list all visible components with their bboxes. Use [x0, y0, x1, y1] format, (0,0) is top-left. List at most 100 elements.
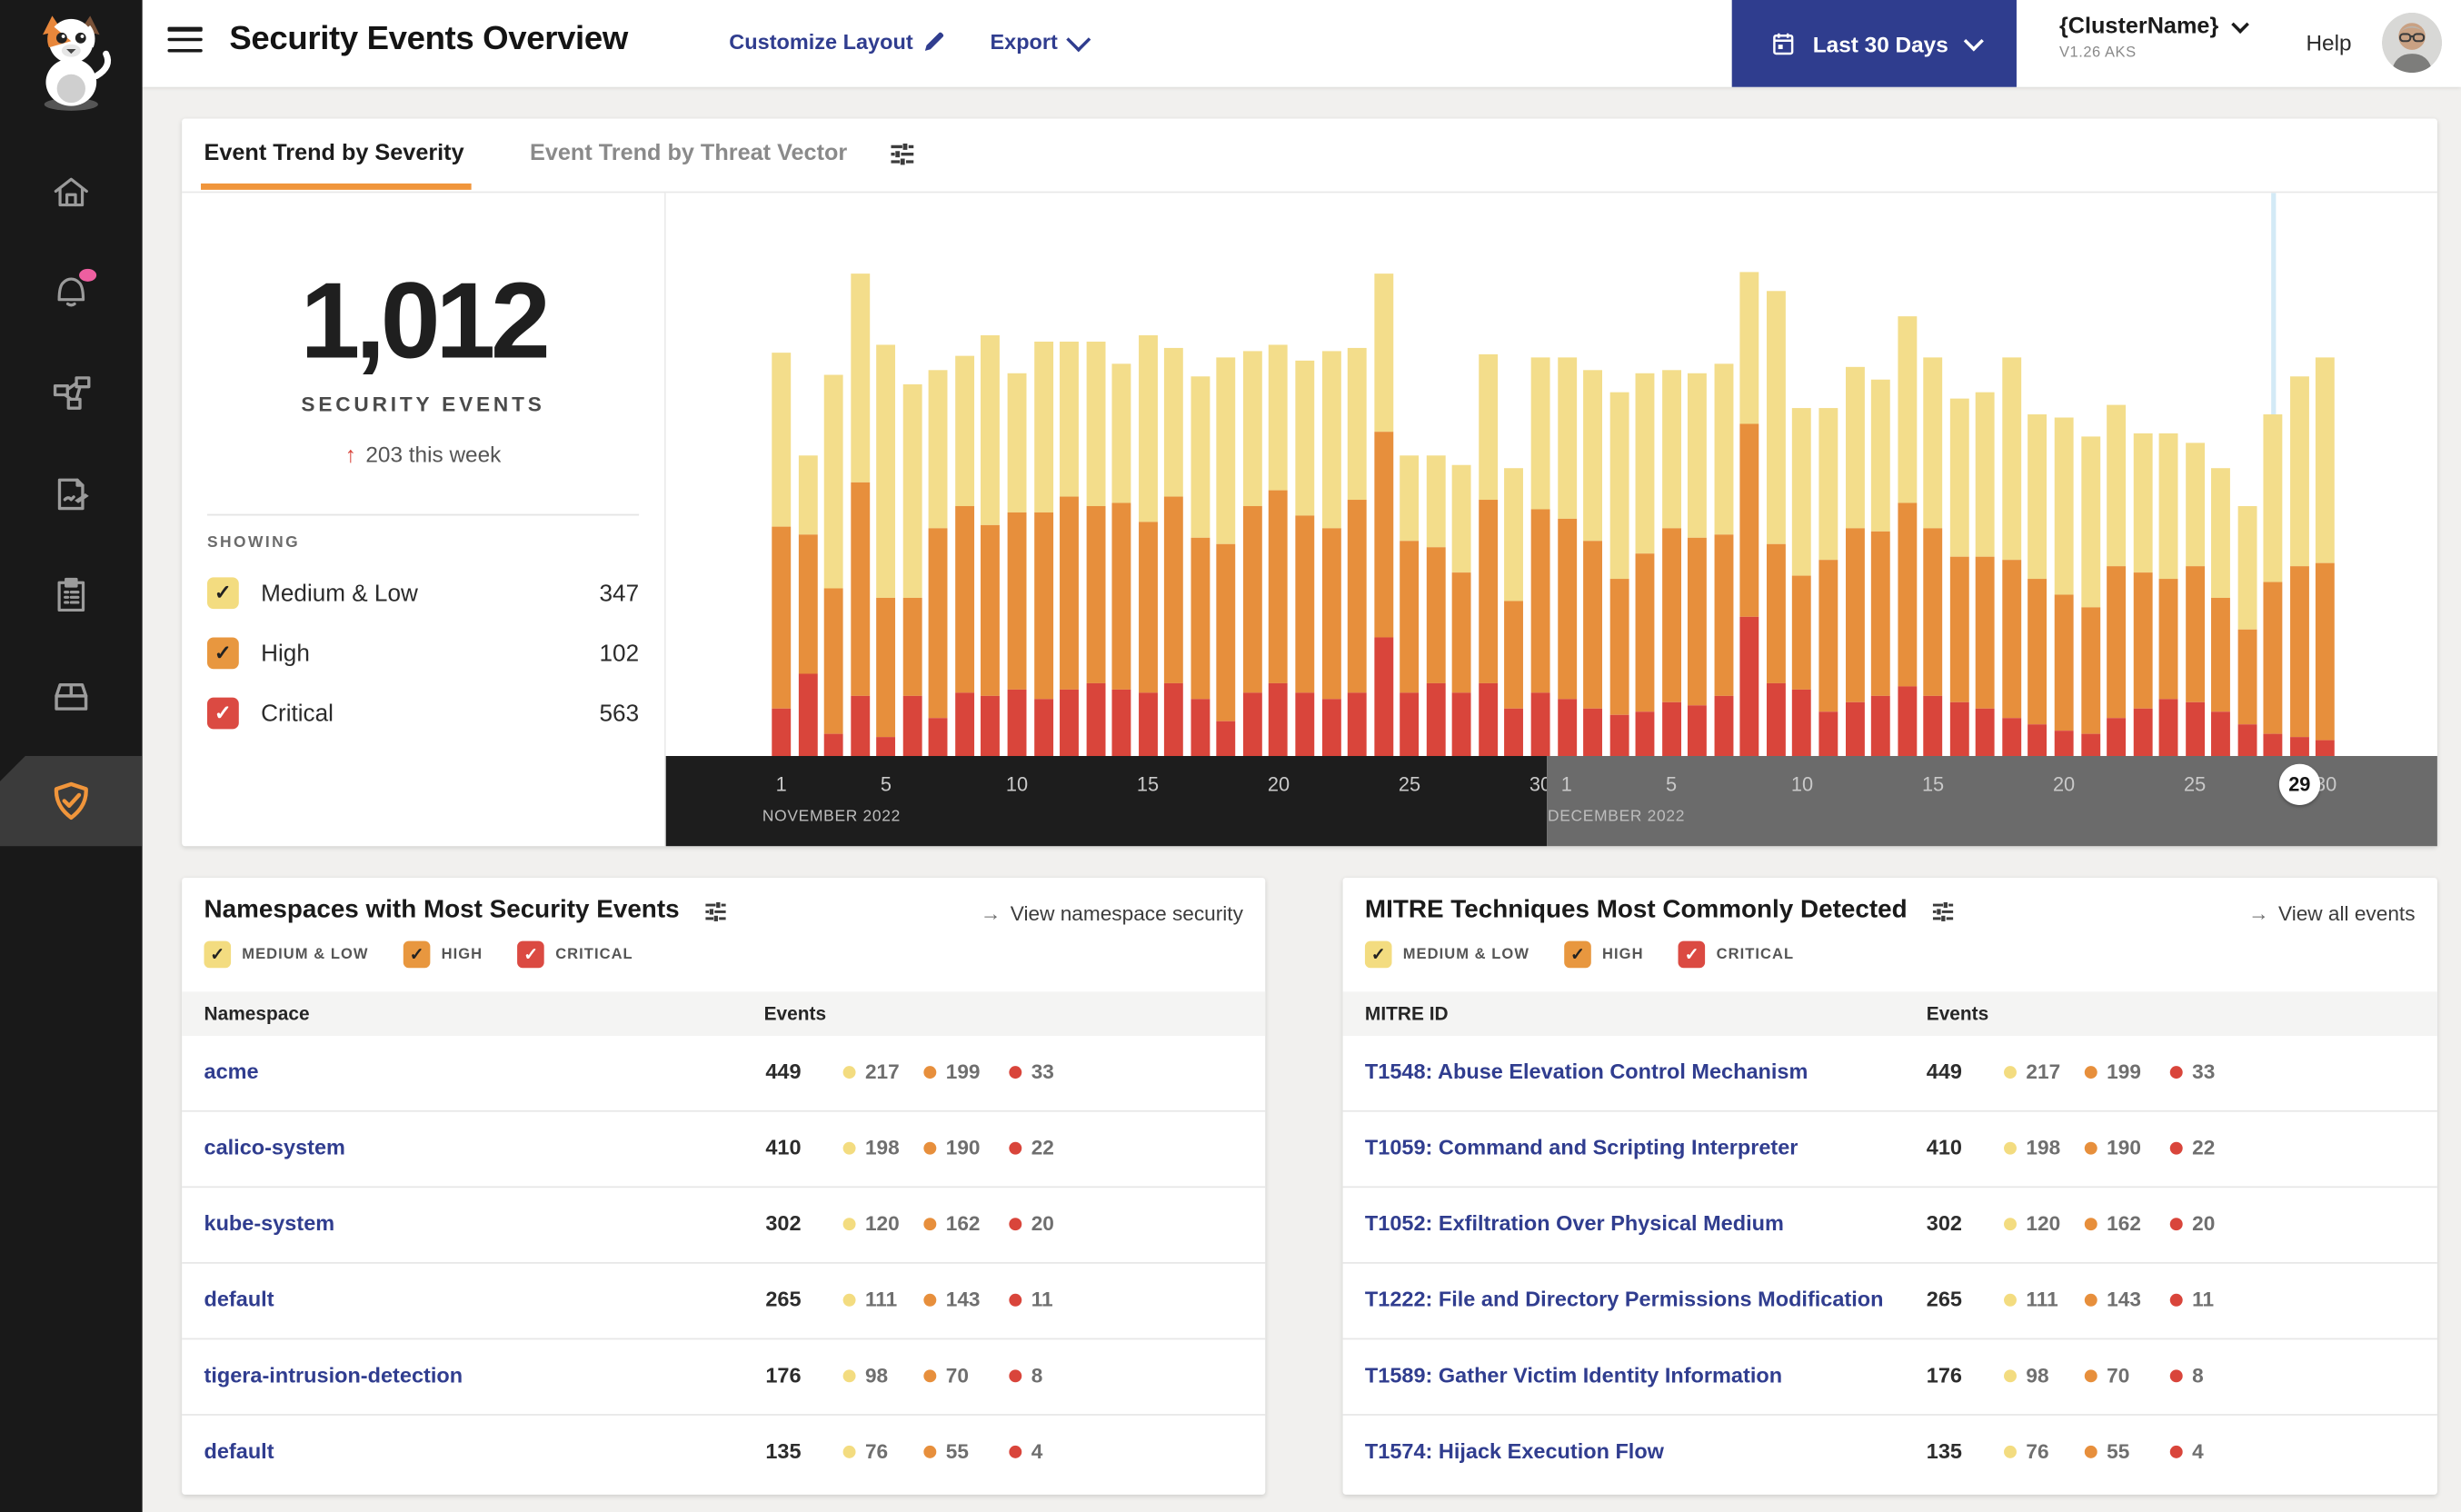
checkbox-critical[interactable]: ✓ — [1678, 940, 1706, 969]
chart-bar-day-dec-23[interactable] — [2133, 433, 2152, 757]
checkbox-medium_low[interactable]: ✓ — [204, 940, 232, 969]
sidebar-item-workloads[interactable] — [0, 662, 143, 731]
chart-bar-day-nov-13[interactable] — [1085, 341, 1105, 757]
mitre-row-link[interactable]: T1574: Hijack Execution Flow — [1365, 1439, 1664, 1463]
chart-bar-day-nov-7[interactable] — [929, 370, 948, 757]
chart-bar-day-dec-17[interactable] — [1976, 392, 1996, 757]
chart-bar-day-dec-9[interactable] — [1766, 291, 1786, 757]
filter-chip-medium_low[interactable]: ✓ MEDIUM & LOW — [204, 940, 369, 969]
checkbox-medium_low[interactable]: ✓ — [1364, 940, 1392, 969]
chart-bar-day-nov-6[interactable] — [902, 383, 922, 757]
legend-row-medium_low[interactable]: ✓ Medium & Low 347 — [206, 574, 639, 612]
tab-event-trend-by-threat-vector[interactable]: Event Trend by Threat Vector — [530, 141, 847, 166]
chart-bar-day-nov-8[interactable] — [954, 355, 974, 757]
chart-bar-day-dec-4[interactable] — [1635, 373, 1655, 757]
chart-bar-day-nov-24[interactable] — [1373, 274, 1393, 757]
chart-bar-day-nov-14[interactable] — [1111, 363, 1131, 757]
chart-bar-day-nov-27[interactable] — [1452, 464, 1472, 757]
chart-settings-icon[interactable] — [887, 139, 917, 169]
namespace-row-link[interactable]: calico-system — [204, 1136, 345, 1159]
chart-bar-day-nov-15[interactable] — [1138, 335, 1158, 757]
chart-bar-day-nov-18[interactable] — [1216, 357, 1236, 757]
view-all-events-link[interactable]: → View all events — [2248, 901, 2416, 925]
chart-bar-day-nov-29[interactable] — [1504, 468, 1524, 757]
card-settings-icon[interactable] — [1929, 898, 1957, 925]
filter-chip-critical[interactable]: ✓ CRITICAL — [1678, 940, 1794, 969]
chart-bar-day-dec-30[interactable] — [2316, 357, 2336, 757]
checkbox-high[interactable]: ✓ — [403, 940, 431, 969]
sidebar-item-compliance-reports[interactable] — [0, 560, 143, 630]
chart-bar-day-dec-21[interactable] — [2080, 436, 2100, 757]
mitre-row-link[interactable]: T1059: Command and Scripting Interpreter — [1365, 1136, 1798, 1159]
legend-row-high[interactable]: ✓ High 102 — [206, 634, 639, 672]
view-namespace-security-link[interactable]: → View namespace security — [981, 901, 1243, 925]
chart-bar-day-dec-3[interactable] — [1609, 392, 1629, 757]
filter-chip-critical[interactable]: ✓ CRITICAL — [517, 940, 633, 969]
sidebar-item-service-graph[interactable] — [0, 357, 143, 427]
date-range-button[interactable]: Last 30 Days — [1731, 0, 2017, 87]
sidebar-item-home[interactable] — [0, 158, 143, 228]
mitre-row-link[interactable]: T1222: File and Directory Permissions Mo… — [1365, 1288, 1884, 1311]
user-avatar[interactable] — [2381, 12, 2443, 74]
chart-bar-day-dec-20[interactable] — [2054, 417, 2074, 757]
chart-bar-day-nov-20[interactable] — [1269, 344, 1289, 757]
chart-bar-day-nov-16[interactable] — [1164, 347, 1184, 757]
chart-bar-day-nov-1[interactable] — [772, 353, 792, 757]
chart-bar-day-dec-29[interactable] — [2289, 376, 2309, 757]
chart-bar-day-dec-7[interactable] — [1714, 363, 1734, 757]
sidebar-item-threat-defense[interactable] — [0, 756, 143, 847]
namespace-row-link[interactable]: default — [204, 1439, 274, 1463]
namespace-row-link[interactable]: tigera-intrusion-detection — [204, 1363, 463, 1387]
checkbox-high[interactable]: ✓ — [1564, 940, 1591, 969]
hamburger-menu-icon[interactable] — [167, 26, 203, 59]
chart-bar-day-nov-22[interactable] — [1321, 351, 1341, 757]
chart-bar-day-dec-16[interactable] — [1949, 398, 1969, 757]
tab-event-trend-by-severity[interactable]: Event Trend by Severity — [201, 141, 473, 190]
chart-bar-day-dec-10[interactable] — [1792, 408, 1812, 757]
chart-bar-day-dec-8[interactable] — [1739, 272, 1759, 757]
sidebar-item-policies[interactable] — [0, 459, 143, 529]
chart-bar-day-nov-10[interactable] — [1007, 373, 1027, 757]
chart-bar-day-dec-22[interactable] — [2107, 404, 2127, 757]
namespace-row-link[interactable]: acme — [204, 1059, 259, 1083]
checkbox-critical[interactable]: ✓ — [206, 697, 239, 730]
chart-bar-day-dec-24[interactable] — [2158, 433, 2178, 757]
mitre-row-link[interactable]: T1052: Exfiltration Over Physical Medium — [1365, 1211, 1784, 1235]
chart-bar-day-dec-15[interactable] — [1923, 357, 1943, 757]
mitre-row-link[interactable]: T1589: Gather Victim Identity Informatio… — [1365, 1363, 1782, 1387]
chart-bar-day-dec-26[interactable] — [2211, 468, 2231, 757]
chart-bar-day-dec-27[interactable] — [2237, 505, 2257, 757]
chart-bar-day-dec-13[interactable] — [1871, 379, 1890, 757]
selected-day-handle[interactable]: 29 — [2278, 763, 2320, 805]
chart-bar-day-nov-3[interactable] — [823, 374, 843, 757]
checkbox-critical[interactable]: ✓ — [517, 940, 545, 969]
filter-chip-high[interactable]: ✓ HIGH — [1564, 940, 1643, 969]
chart-bar-day-nov-26[interactable] — [1426, 455, 1446, 757]
namespace-row-link[interactable]: kube-system — [204, 1211, 335, 1235]
chart-bar-day-dec-25[interactable] — [2185, 443, 2205, 757]
chart-bar-day-nov-23[interactable] — [1347, 347, 1367, 757]
chart-bar-day-dec-2[interactable] — [1583, 370, 1603, 757]
chart-bar-day-nov-21[interactable] — [1295, 360, 1315, 757]
help-link[interactable]: Help — [2306, 30, 2351, 55]
chart-bar-day-dec-19[interactable] — [2028, 414, 2048, 757]
chart-bar-day-dec-11[interactable] — [1818, 408, 1838, 757]
card-settings-icon[interactable] — [702, 898, 729, 925]
filter-chip-high[interactable]: ✓ HIGH — [403, 940, 483, 969]
chart-bar-day-nov-11[interactable] — [1033, 341, 1053, 757]
chart-bar-day-dec-28[interactable] — [2264, 414, 2283, 757]
sidebar-item-alerts[interactable] — [0, 256, 143, 326]
chart-bar-day-dec-14[interactable] — [1897, 316, 1917, 757]
chart-bar-day-nov-12[interactable] — [1060, 341, 1080, 757]
export-button[interactable]: Export — [990, 27, 1091, 54]
chart-bar-day-nov-5[interactable] — [876, 344, 896, 757]
legend-row-critical[interactable]: ✓ Critical 563 — [206, 694, 639, 732]
chart-bar-day-nov-17[interactable] — [1191, 376, 1211, 757]
chart-bar-day-nov-25[interactable] — [1400, 455, 1420, 757]
checkbox-medium_low[interactable]: ✓ — [206, 577, 239, 610]
customize-layout-button[interactable]: Customize Layout — [729, 30, 946, 54]
chart-bar-day-dec-5[interactable] — [1661, 370, 1681, 757]
chart-bar-day-dec-1[interactable] — [1557, 357, 1577, 757]
chart-bar-day-nov-2[interactable] — [798, 455, 817, 757]
chart-bar-day-nov-19[interactable] — [1242, 351, 1262, 757]
